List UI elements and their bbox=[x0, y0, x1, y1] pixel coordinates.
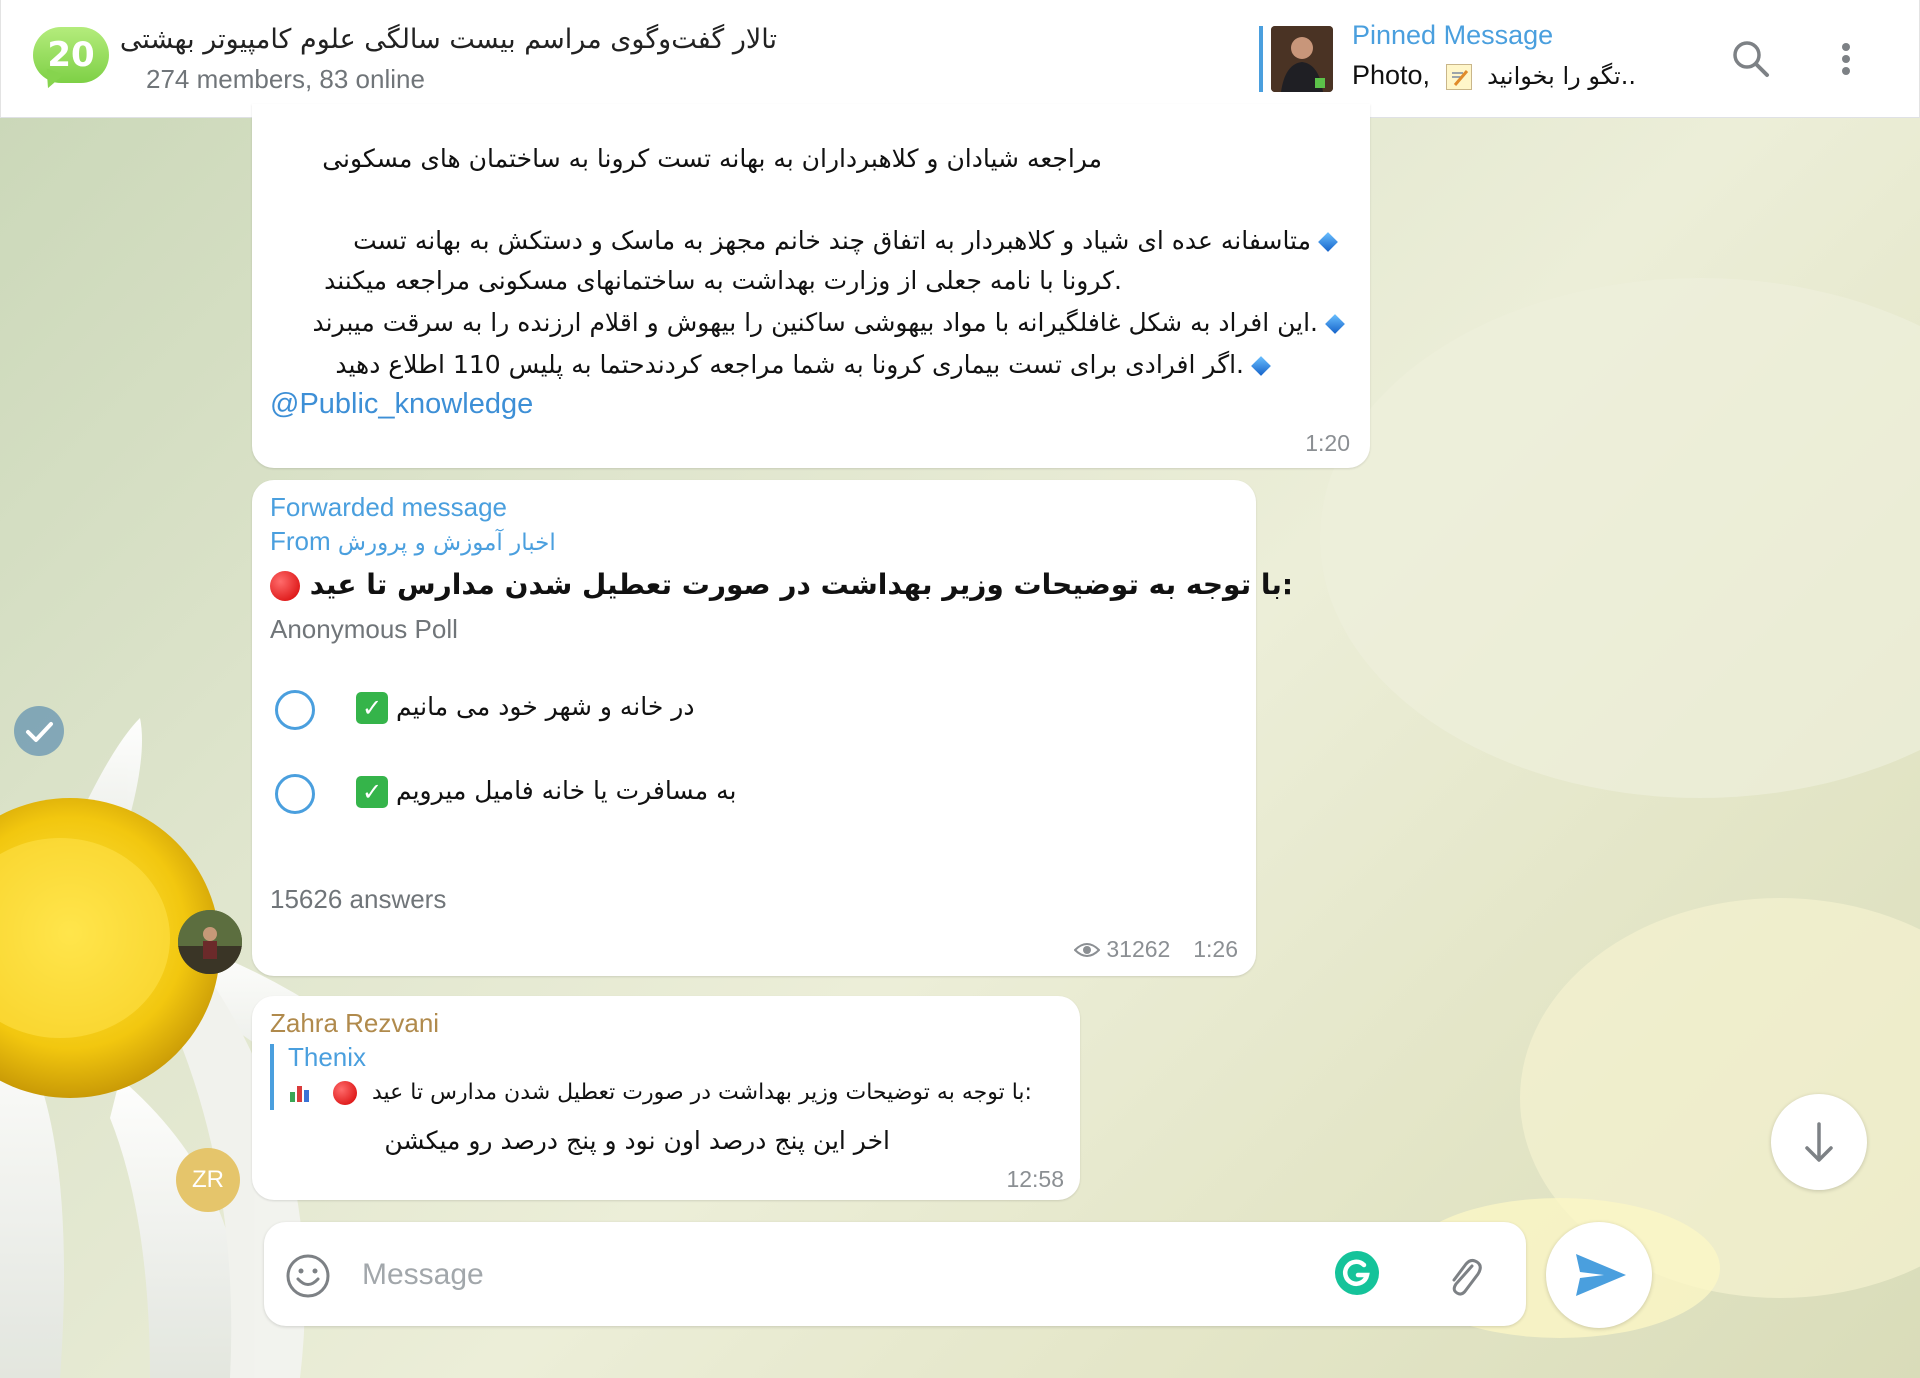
forwarded-from[interactable]: From اخبار آموزش و پرورش bbox=[270, 526, 556, 557]
forwarded-channel: اخبار آموزش و پرورش bbox=[337, 530, 556, 556]
pinned-text: ..تگو را بخوانید bbox=[1487, 62, 1636, 90]
grammarly-icon bbox=[1335, 1251, 1379, 1295]
message-composer bbox=[264, 1222, 1526, 1326]
message-line: .این افراد به شکل غافلگیرانه با مواد بیه… bbox=[312, 308, 1352, 337]
blue-diamond-icon bbox=[1251, 356, 1271, 376]
reply-preview: :با توجه به توضیحات وزیر بهداشت در صورت … bbox=[288, 1080, 1032, 1105]
selection-check[interactable] bbox=[14, 706, 64, 756]
arrow-down-icon bbox=[1805, 1122, 1833, 1162]
chat-title[interactable]: تالار گفت‌وگوی مراسم بیست سالگی علوم کام… bbox=[120, 24, 777, 55]
pinned-preview: Photo, ..تگو را بخوانید bbox=[1352, 60, 1636, 91]
attach-button[interactable] bbox=[1442, 1252, 1486, 1300]
grammarly-button[interactable] bbox=[1334, 1250, 1380, 1296]
paperclip-icon bbox=[1452, 1258, 1482, 1296]
poll-option-label: ✓ به مسافرت یا خانه فامیل میرویم bbox=[356, 776, 736, 808]
message-time: 1:20 bbox=[1305, 430, 1350, 456]
red-circle-icon bbox=[270, 571, 300, 601]
eye-icon bbox=[1073, 943, 1101, 957]
check-mark-icon: ✓ bbox=[356, 776, 388, 808]
message-input[interactable] bbox=[360, 1246, 1264, 1304]
group-avatar-text: 20 bbox=[47, 35, 95, 75]
message-time: 1:26 bbox=[1193, 936, 1238, 962]
message-line: .اگر افرادی برای تست بیماری کرونا به شما… bbox=[335, 350, 1278, 379]
poll-option-label: ✓ در خانه و شهر خود می مانیم bbox=[356, 692, 695, 724]
message-line: متاسفانه عده ای شیاد و کلاهبردار به اتفا… bbox=[353, 226, 1345, 255]
group-avatar[interactable]: 20 bbox=[31, 27, 109, 92]
reply-accent-bar bbox=[270, 1044, 274, 1110]
reply-author: Thenix bbox=[288, 1042, 367, 1072]
chat-member-count: 274 members, 83 online bbox=[146, 64, 425, 94]
message-bubble-poll[interactable]: Forwarded message From اخبار آموزش و پرو… bbox=[252, 480, 1293, 976]
check-mark-icon: ✓ bbox=[356, 692, 388, 724]
poll-answer-count: 15626 answers bbox=[270, 884, 447, 914]
view-count: 31262 bbox=[1073, 936, 1170, 963]
sender-avatar[interactable] bbox=[178, 910, 242, 974]
poll-radio[interactable] bbox=[275, 690, 315, 730]
poll-type: Anonymous Poll bbox=[270, 614, 458, 644]
scroll-to-bottom-button[interactable] bbox=[1771, 1094, 1867, 1190]
search-icon bbox=[1733, 41, 1769, 77]
poll-radio[interactable] bbox=[275, 774, 315, 814]
pinned-thumbnail bbox=[1271, 26, 1333, 92]
memo-icon bbox=[1445, 63, 1472, 90]
forwarded-label: Forwarded message bbox=[270, 492, 507, 522]
more-menu-button[interactable] bbox=[1821, 34, 1871, 84]
emoji-button[interactable] bbox=[284, 1252, 332, 1300]
blue-diamond-icon bbox=[1318, 232, 1338, 252]
smile-icon bbox=[286, 1254, 330, 1298]
poll-question: :با توجه به توضیحات وزیر بهداشت در صورت … bbox=[270, 568, 1293, 601]
message-bubble-warning[interactable]: مراجعه شیادان و کلاهبرداران به بهانه تست… bbox=[252, 104, 1370, 468]
red-circle-icon bbox=[333, 1081, 357, 1105]
channel-link[interactable]: @Public_knowledge bbox=[270, 388, 533, 421]
message-line: .کرونا با نامه جعلی از وزارت بهداشت به س… bbox=[324, 266, 1122, 295]
search-button[interactable] bbox=[1726, 34, 1776, 84]
more-vertical-icon bbox=[1842, 43, 1850, 75]
message-title: مراجعه شیادان و کلاهبرداران به بهانه تست… bbox=[322, 144, 1102, 173]
check-icon bbox=[26, 722, 53, 742]
message-text: اخر این پنج درصد اون نود و پنج درصد رو م… bbox=[384, 1126, 890, 1155]
chat-header: 20 تالار گفت‌وگوی مراسم بیست سالگی علوم … bbox=[0, 0, 1920, 118]
send-button[interactable] bbox=[1546, 1222, 1652, 1328]
bar-chart-icon bbox=[288, 1082, 312, 1104]
message-bubble-reply[interactable]: Zahra Rezvani Thenix :با توجه به توضیحات… bbox=[252, 996, 1080, 1200]
pinned-label: Pinned Message bbox=[1352, 20, 1554, 50]
pinned-prefix: Photo, bbox=[1352, 60, 1431, 90]
message-time: 12:58 bbox=[1006, 1166, 1064, 1192]
sender-name[interactable]: Zahra Rezvani bbox=[270, 1008, 439, 1039]
sender-avatar[interactable]: ZR bbox=[176, 1148, 240, 1212]
blue-diamond-icon bbox=[1325, 314, 1345, 334]
pinned-accent-bar bbox=[1259, 26, 1263, 92]
send-icon bbox=[1576, 1254, 1626, 1296]
